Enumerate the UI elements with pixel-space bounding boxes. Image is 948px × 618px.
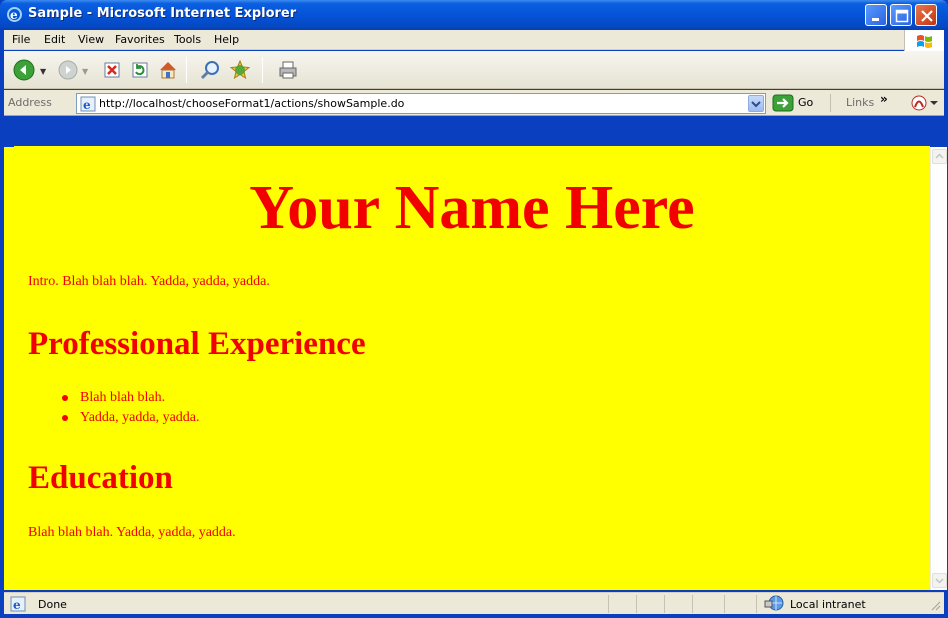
status-pane	[664, 595, 665, 613]
menu-file[interactable]: File	[12, 33, 30, 46]
chevron-up-icon	[935, 153, 944, 159]
forward-icon[interactable]	[56, 58, 80, 82]
intro-paragraph: Intro. Blah blah blah. Yadda, yadda, yad…	[28, 274, 270, 289]
close-icon	[921, 10, 933, 22]
status-pane	[608, 595, 609, 613]
refresh-icon[interactable]	[128, 58, 152, 82]
standard-toolbar: ▼ ▼	[4, 51, 944, 89]
status-pane	[756, 595, 757, 613]
minimize-button[interactable]	[865, 4, 887, 26]
home-icon[interactable]	[156, 58, 180, 82]
forward-dropdown-icon[interactable]: ▼	[82, 67, 88, 76]
window-title: Sample - Microsoft Internet Explorer	[28, 6, 297, 21]
menu-favorites[interactable]: Favorites	[115, 33, 165, 46]
toolbar-separator	[186, 57, 187, 83]
svg-text:e: e	[83, 98, 91, 112]
go-arrow-icon[interactable]	[772, 94, 794, 112]
menu-help[interactable]: Help	[214, 33, 239, 46]
maximize-button[interactable]	[890, 4, 912, 26]
page-content: Your Name Here Intro. Blah blah blah. Ya…	[14, 146, 930, 590]
links-label[interactable]: Links	[846, 96, 874, 109]
status-text: Done	[38, 598, 67, 611]
page-loaded-icon: e	[10, 596, 26, 612]
list-item: Blah blah blah.	[62, 388, 200, 408]
back-icon[interactable]	[12, 58, 36, 82]
security-zone-label: Local intranet	[790, 598, 866, 611]
status-bar: e Done Local intranet	[4, 592, 944, 614]
menu-tools[interactable]: Tools	[174, 33, 201, 46]
go-button[interactable]: Go	[798, 96, 813, 109]
scroll-down-button[interactable]	[932, 573, 947, 588]
experience-heading: Professional Experience	[28, 326, 366, 362]
intranet-zone-icon	[764, 595, 784, 611]
resize-grip-icon[interactable]	[930, 600, 942, 612]
chevron-down-icon	[751, 101, 761, 108]
search-icon[interactable]	[198, 58, 222, 82]
svg-text:e: e	[13, 598, 21, 612]
toolbar-separator	[262, 57, 263, 83]
menu-bar: File Edit View Favorites Tools Help	[4, 30, 944, 52]
acrobat-icon[interactable]	[910, 94, 940, 112]
back-dropdown-icon[interactable]: ▼	[40, 67, 46, 76]
svg-text:e: e	[10, 8, 18, 22]
chevron-down-icon	[935, 578, 944, 584]
status-pane	[636, 595, 637, 613]
address-label: Address	[8, 96, 52, 109]
favorites-icon[interactable]	[228, 58, 252, 82]
education-heading: Education	[28, 460, 173, 496]
stop-icon[interactable]	[100, 58, 124, 82]
address-dropdown-button[interactable]	[748, 95, 764, 112]
status-pane	[724, 595, 725, 613]
page-icon: e	[80, 96, 96, 112]
menu-view[interactable]: View	[78, 33, 104, 46]
ie-logo-icon: e	[7, 7, 22, 22]
links-chevron-icon[interactable]: »	[880, 92, 888, 106]
links-separator	[830, 94, 831, 112]
vertical-scrollbar[interactable]	[930, 147, 947, 590]
print-icon[interactable]	[276, 58, 300, 82]
title-bar[interactable]: e Sample - Microsoft Internet Explorer	[0, 0, 948, 30]
list-item: Yadda, yadda, yadda.	[62, 408, 200, 428]
address-bar: Address e http://localhost/chooseFormat1…	[4, 90, 944, 116]
browser-window: e Sample - Microsoft Internet Explorer F…	[0, 0, 948, 618]
experience-list: Blah blah blah. Yadda, yadda, yadda.	[62, 388, 200, 428]
windows-flag-logo	[904, 30, 944, 52]
close-button[interactable]	[915, 4, 937, 26]
page-heading: Your Name Here	[249, 174, 695, 242]
status-pane	[692, 595, 693, 613]
maximize-icon	[895, 9, 909, 23]
menu-edit[interactable]: Edit	[44, 33, 65, 46]
minimize-icon	[872, 18, 879, 21]
scroll-up-button[interactable]	[932, 149, 947, 164]
address-input[interactable]: e http://localhost/chooseFormat1/actions…	[76, 93, 766, 114]
address-url[interactable]: http://localhost/chooseFormat1/actions/s…	[99, 97, 404, 110]
education-paragraph: Blah blah blah. Yadda, yadda, yadda.	[28, 525, 236, 540]
